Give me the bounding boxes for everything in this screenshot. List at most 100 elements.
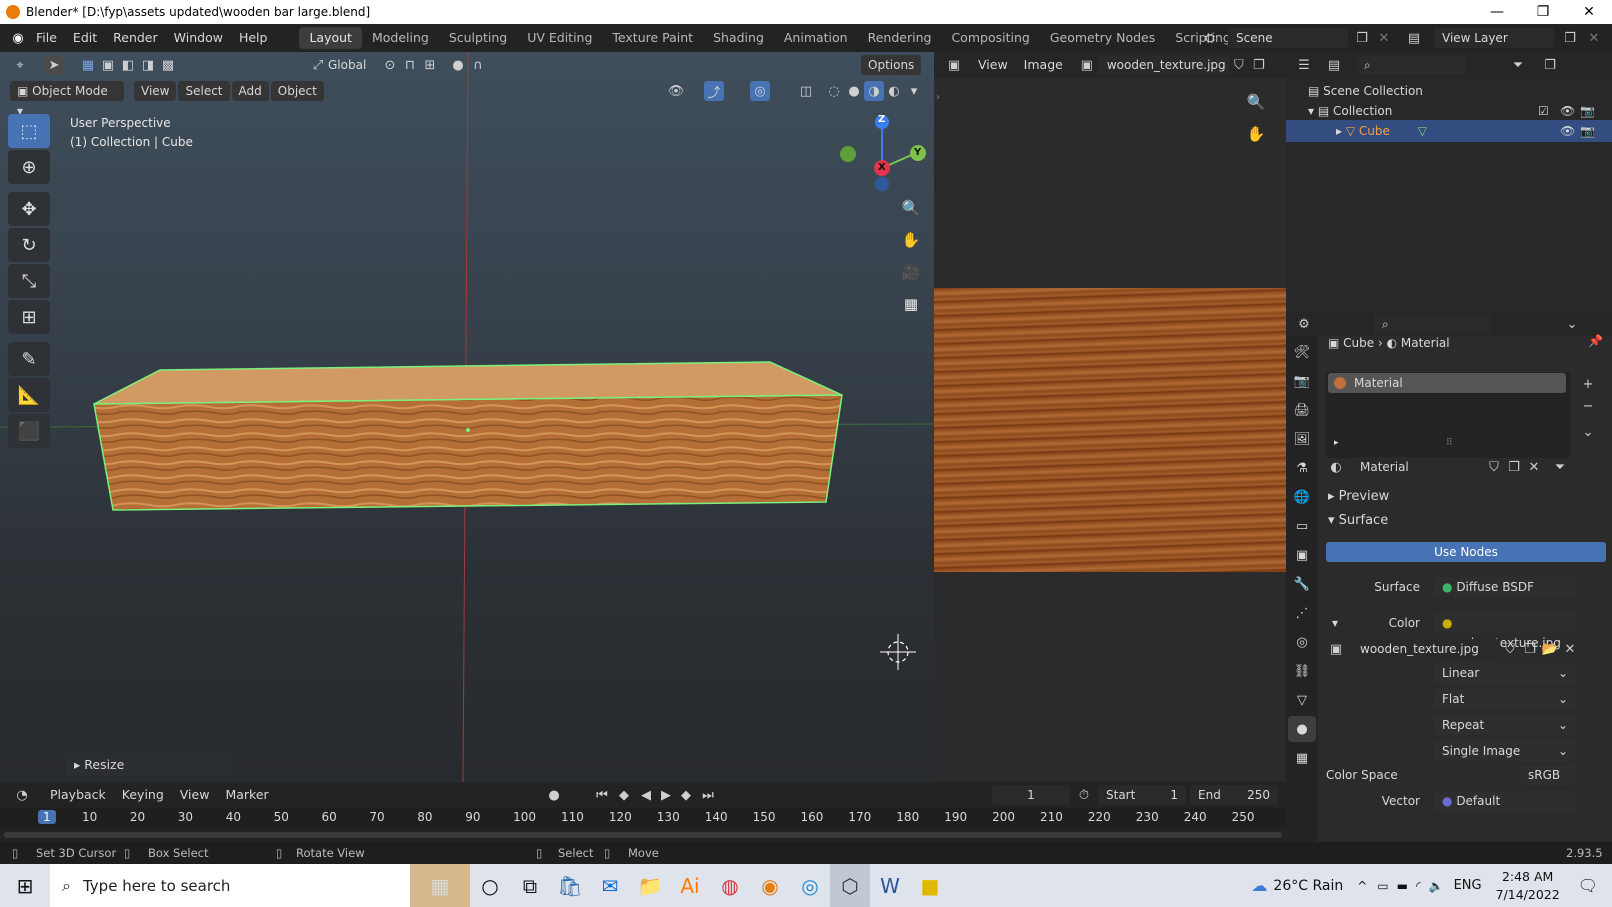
notifications-icon[interactable]: 🗨 xyxy=(1578,876,1598,895)
tab-rendering[interactable]: Rendering xyxy=(858,27,942,49)
annotate-tool-icon[interactable]: ✎ xyxy=(8,342,50,376)
image-datablock-field[interactable]: wooden_texture.jpg xyxy=(1352,639,1500,659)
move-tool-icon[interactable]: ✥ xyxy=(8,192,50,226)
material-browse-icon[interactable]: ◐ xyxy=(1326,457,1346,477)
timeline-scrollbar[interactable] xyxy=(4,832,1282,838)
maximize-button[interactable]: ❐ xyxy=(1520,0,1566,24)
tab-shading[interactable]: Shading xyxy=(703,27,774,49)
new-view-layer-icon[interactable]: ❐ xyxy=(1560,28,1580,48)
current-frame-field[interactable]: 1 xyxy=(992,785,1070,805)
select-mode-new-icon[interactable]: ▦ xyxy=(78,55,98,75)
collapse-arrow-icon[interactable]: › xyxy=(936,92,940,103)
tab-compositing[interactable]: Compositing xyxy=(941,27,1039,49)
chrome-icon[interactable]: ◍ xyxy=(710,864,750,907)
snap-target-icon[interactable]: ⊞ xyxy=(420,55,440,75)
end-frame-field[interactable]: End 250 xyxy=(1190,785,1278,805)
blender-menu-icon[interactable]: ◉ xyxy=(8,28,28,48)
tab-texture-paint[interactable]: Texture Paint xyxy=(602,27,703,49)
material-name-field[interactable]: Material xyxy=(1352,457,1484,477)
outliner-row-cube[interactable]: ▸ ▽ Cube ▽ 👁 📷 xyxy=(1286,120,1612,142)
pivot-icon[interactable]: ⊙ xyxy=(380,55,400,75)
menu-render[interactable]: Render xyxy=(105,24,166,52)
3d-viewport[interactable]: Z Y X ⌖ ➤ ▦ ▣ ◧ ◨ ▩ ⤢ Global ⊙ ⊓ ⊞ ● ∩ O… xyxy=(0,52,934,782)
new-scene-icon[interactable]: ❐ xyxy=(1352,28,1372,48)
overlay-toggle-icon[interactable]: ◎ xyxy=(750,81,770,101)
start-icon[interactable]: ⊞ xyxy=(0,864,50,907)
new-image-icon[interactable]: ❐ xyxy=(1249,55,1269,75)
outliner-row-scene-collection[interactable]: ▤ Scene Collection xyxy=(1308,80,1608,102)
clock[interactable]: 2:48 AM 7/14/2022 xyxy=(1496,868,1560,904)
weather-icon[interactable]: ☁ xyxy=(1251,876,1267,895)
preview-range-icon[interactable]: ⏱ xyxy=(1074,785,1094,805)
source-dropdown[interactable]: Single Image ⌄ xyxy=(1434,741,1576,761)
image-unlink-icon[interactable]: ✕ xyxy=(1560,639,1580,659)
menu-keying[interactable]: Keying xyxy=(114,781,172,809)
wifi-icon[interactable]: ◜ xyxy=(1416,879,1421,893)
measure-tool-icon[interactable]: 📐 xyxy=(8,378,50,412)
material-unlink-icon[interactable]: ✕ xyxy=(1524,457,1544,477)
gizmo-toggle-icon[interactable]: ⤴ xyxy=(704,81,724,101)
render-tab-icon[interactable]: 📷 xyxy=(1288,368,1316,394)
interpolation-dropdown[interactable]: Linear ⌄ xyxy=(1434,663,1576,683)
weather-text[interactable]: 26°C Rain xyxy=(1273,878,1343,894)
transform-tool-icon[interactable]: ⊞ xyxy=(8,300,50,334)
snap-icon[interactable]: ⊓ xyxy=(400,55,420,75)
mail-icon[interactable]: ✉ xyxy=(590,864,630,907)
collection-render-icon[interactable]: 📷 xyxy=(1580,100,1595,122)
active-app-icon[interactable]: ⬡ xyxy=(830,864,870,907)
menu-edit[interactable]: Edit xyxy=(65,24,105,52)
preview-panel-header[interactable]: ▸ Preview xyxy=(1328,486,1389,508)
tool-tab-icon[interactable]: 🛠 xyxy=(1288,339,1316,365)
use-nodes-button[interactable]: Use Nodes xyxy=(1326,542,1606,562)
collection-exclude-checkbox[interactable]: ☑ xyxy=(1538,100,1549,122)
collection-tab-icon[interactable]: ▭ xyxy=(1288,513,1316,539)
remove-scene-icon[interactable]: ✕ xyxy=(1374,28,1394,48)
menu-timeline-view[interactable]: View xyxy=(172,781,218,809)
world-tab-icon[interactable]: 🌐 xyxy=(1288,484,1316,510)
cursor-tool-icon[interactable]: ⊕ xyxy=(8,150,50,184)
particles-tab-icon[interactable]: ⋰ xyxy=(1288,600,1316,626)
menu-marker[interactable]: Marker xyxy=(217,781,276,809)
edge-icon[interactable]: ◎ xyxy=(790,864,830,907)
battery-icon[interactable]: ▬ xyxy=(1397,879,1408,893)
menu-file[interactable]: File xyxy=(28,24,65,52)
vector-input-field[interactable]: ● Default xyxy=(1434,791,1576,811)
material-tab-icon[interactable]: ● xyxy=(1288,716,1316,742)
cube-visibility-icon[interactable]: 👁 xyxy=(1560,120,1575,142)
timeline-type-icon[interactable]: ◔ xyxy=(12,785,32,805)
color-input-field[interactable]: ● wooden_texture.jpg xyxy=(1434,613,1576,650)
image-new-icon[interactable]: ❐ xyxy=(1520,639,1540,659)
tab-geometry-nodes[interactable]: Geometry Nodes xyxy=(1040,27,1165,49)
tab-sculpting[interactable]: Sculpting xyxy=(439,27,517,49)
menu-object[interactable]: Object xyxy=(270,81,324,101)
menu-playback[interactable]: Playback xyxy=(42,781,114,809)
illustrator-icon[interactable]: Ai xyxy=(670,864,710,907)
texture-tab-icon[interactable]: ▦ xyxy=(1288,745,1316,771)
mode-dropdown[interactable]: ▣ Object Mode ▾ xyxy=(10,81,124,118)
shading-options-icon[interactable]: ▾ xyxy=(904,81,924,101)
scene-icon[interactable]: ⛭ xyxy=(1200,28,1220,48)
proportional-edit-icon[interactable]: ● xyxy=(448,55,468,75)
menu-add[interactable]: Add xyxy=(231,81,269,101)
gizmo-x-label[interactable]: X xyxy=(878,162,886,173)
tab-modeling[interactable]: Modeling xyxy=(362,27,439,49)
image-menu-image[interactable]: Image xyxy=(1016,51,1071,79)
object-tab-icon[interactable]: ▣ xyxy=(1288,542,1316,568)
data-tab-icon[interactable]: ▽ xyxy=(1288,687,1316,713)
image-name-field[interactable]: wooden_texture.jpg xyxy=(1098,55,1229,75)
language-indicator[interactable]: ENG xyxy=(1454,878,1482,893)
editor-type-icon[interactable]: ⌖ xyxy=(10,55,30,75)
scene-field[interactable]: Scene xyxy=(1228,28,1348,48)
solid-shading-icon[interactable]: ● xyxy=(844,81,864,101)
tab-layout[interactable]: Layout xyxy=(299,27,362,49)
scale-tool-icon[interactable]: ⤡ xyxy=(8,264,50,298)
jump-start-icon[interactable]: ⏮ xyxy=(592,785,612,805)
fake-user-icon[interactable]: ⛉ xyxy=(1229,55,1249,75)
perspective-grid-icon[interactable]: ▦ xyxy=(897,290,925,318)
view-layer-field[interactable]: View Layer xyxy=(1434,28,1554,48)
jump-keyframe-back-icon[interactable]: ◆ xyxy=(614,785,634,805)
material-duplicate-icon[interactable]: ❐ xyxy=(1504,457,1524,477)
falloff-icon[interactable]: ∩ xyxy=(468,55,488,75)
outliner-row-collection[interactable]: ▾ ▤ Collection ☑ 👁 📷 xyxy=(1308,100,1608,122)
tab-animation[interactable]: Animation xyxy=(774,27,858,49)
